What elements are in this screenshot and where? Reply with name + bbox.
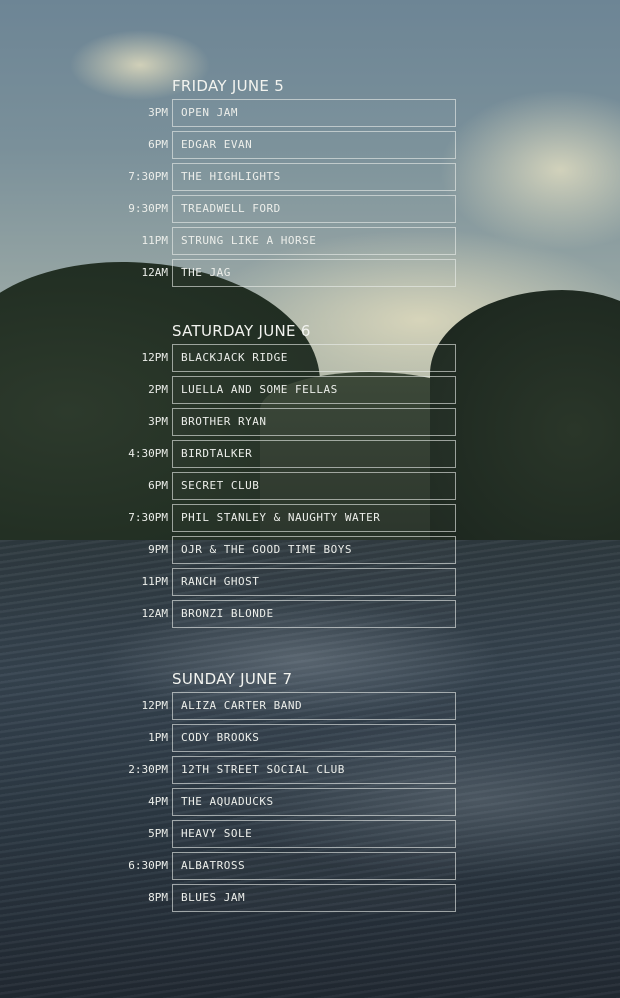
act-name: 12TH STREET SOCIAL CLUB xyxy=(181,763,345,776)
slot-time: 7:30PM xyxy=(128,511,168,524)
act-box[interactable]: PHIL STANLEY & NAUGHTY WATER xyxy=(172,504,456,532)
act-box[interactable]: HEAVY SOLE xyxy=(172,820,456,848)
slot-time: 9:30PM xyxy=(128,202,168,215)
act-box[interactable]: THE JAG xyxy=(172,259,456,287)
slot-time: 12PM xyxy=(141,699,169,712)
slot-time: 3PM xyxy=(148,106,168,119)
slot-time: 3PM xyxy=(148,415,168,428)
slot-time: 6PM xyxy=(148,138,168,151)
act-name: BLUES JAM xyxy=(181,891,246,904)
schedule-slot: 6PM SECRET CLUB xyxy=(0,472,620,500)
act-box[interactable]: LUELLA AND SOME FELLAS xyxy=(172,376,456,404)
act-box[interactable]: TREADWELL FORD xyxy=(172,195,456,223)
act-name: BRONZI BLONDE xyxy=(181,607,274,620)
act-box[interactable]: OPEN JAM xyxy=(172,99,456,127)
act-name: THE HIGHLIGHTS xyxy=(181,170,281,183)
act-name: OPEN JAM xyxy=(181,106,238,119)
act-box[interactable]: SECRET CLUB xyxy=(172,472,456,500)
act-name: CODY BROOKS xyxy=(181,731,260,744)
act-box[interactable]: RANCH GHOST xyxy=(172,568,456,596)
slot-time: 12AM xyxy=(141,607,169,620)
act-box[interactable]: OJR & THE GOOD TIME BOYS xyxy=(172,536,456,564)
act-name: BIRDTALKER xyxy=(181,447,253,460)
schedule-slot: 6:30PM ALBATROSS xyxy=(0,852,620,880)
slot-time: 7:30PM xyxy=(128,170,168,183)
slot-time: 12AM xyxy=(141,266,169,279)
slot-time: 12PM xyxy=(141,351,169,364)
schedule-slot: 4PM THE AQUADUCKS xyxy=(0,788,620,816)
act-name: OJR & THE GOOD TIME BOYS xyxy=(181,543,352,556)
schedule-slot: 7:30PM THE HIGHLIGHTS xyxy=(0,163,620,191)
act-name: BLACKJACK RIDGE xyxy=(181,351,288,364)
slot-time: 2:30PM xyxy=(128,763,168,776)
schedule-slot: 1PM CODY BROOKS xyxy=(0,724,620,752)
act-name: TREADWELL FORD xyxy=(181,202,281,215)
act-name: STRUNG LIKE A HORSE xyxy=(181,234,317,247)
schedule-slot: 2PM LUELLA AND SOME FELLAS xyxy=(0,376,620,404)
act-box[interactable]: THE AQUADUCKS xyxy=(172,788,456,816)
schedule-slot: 11PM RANCH GHOST xyxy=(0,568,620,596)
schedule-slot: 7:30PM PHIL STANLEY & NAUGHTY WATER xyxy=(0,504,620,532)
slot-time: 2PM xyxy=(148,383,168,396)
day-title: FRIDAY JUNE 5 xyxy=(172,77,285,95)
schedule-slot: 9:30PM TREADWELL FORD xyxy=(0,195,620,223)
act-name: RANCH GHOST xyxy=(181,575,260,588)
slot-time: 5PM xyxy=(148,827,168,840)
schedule-slot: 3PM OPEN JAM xyxy=(0,99,620,127)
day-title: SATURDAY JUNE 6 xyxy=(172,322,311,340)
act-name: ALIZA CARTER BAND xyxy=(181,699,303,712)
schedule-slot: 4:30PM BIRDTALKER xyxy=(0,440,620,468)
act-box[interactable]: BROTHER RYAN xyxy=(172,408,456,436)
schedule-slot: 5PM HEAVY SOLE xyxy=(0,820,620,848)
act-box[interactable]: ALBATROSS xyxy=(172,852,456,880)
act-name: LUELLA AND SOME FELLAS xyxy=(181,383,338,396)
slot-time: 8PM xyxy=(148,891,168,904)
day-title: SUNDAY JUNE 7 xyxy=(172,670,293,688)
schedule-slot: 12PM BLACKJACK RIDGE xyxy=(0,344,620,372)
act-name: THE JAG xyxy=(181,266,231,279)
schedule-slot: 8PM BLUES JAM xyxy=(0,884,620,912)
act-name: ALBATROSS xyxy=(181,859,246,872)
act-box[interactable]: CODY BROOKS xyxy=(172,724,456,752)
schedule-slot: 2:30PM 12TH STREET SOCIAL CLUB xyxy=(0,756,620,784)
slot-time: 11PM xyxy=(141,234,169,247)
slot-time: 6PM xyxy=(148,479,168,492)
schedule-slot: 11PM STRUNG LIKE A HORSE xyxy=(0,227,620,255)
slot-time: 11PM xyxy=(141,575,169,588)
act-box[interactable]: THE HIGHLIGHTS xyxy=(172,163,456,191)
act-name: THE AQUADUCKS xyxy=(181,795,274,808)
act-name: EDGAR EVAN xyxy=(181,138,253,151)
slot-time: 6:30PM xyxy=(128,859,168,872)
schedule-slot: 12AM THE JAG xyxy=(0,259,620,287)
act-name: SECRET CLUB xyxy=(181,479,260,492)
schedule-slot: 12PM ALIZA CARTER BAND xyxy=(0,692,620,720)
slot-time: 4:30PM xyxy=(128,447,168,460)
slot-time: 4PM xyxy=(148,795,168,808)
act-box[interactable]: EDGAR EVAN xyxy=(172,131,456,159)
schedule-slot: 9PM OJR & THE GOOD TIME BOYS xyxy=(0,536,620,564)
schedule-slot: 12AM BRONZI BLONDE xyxy=(0,600,620,628)
schedule-slot: 3PM BROTHER RYAN xyxy=(0,408,620,436)
act-name: PHIL STANLEY & NAUGHTY WATER xyxy=(181,511,381,524)
act-box[interactable]: STRUNG LIKE A HORSE xyxy=(172,227,456,255)
act-box[interactable]: ALIZA CARTER BAND xyxy=(172,692,456,720)
act-box[interactable]: 12TH STREET SOCIAL CLUB xyxy=(172,756,456,784)
act-name: BROTHER RYAN xyxy=(181,415,267,428)
act-box[interactable]: BRONZI BLONDE xyxy=(172,600,456,628)
schedule-slot: 6PM EDGAR EVAN xyxy=(0,131,620,159)
slot-time: 9PM xyxy=(148,543,168,556)
act-box[interactable]: BIRDTALKER xyxy=(172,440,456,468)
act-box[interactable]: BLUES JAM xyxy=(172,884,456,912)
slot-time: 1PM xyxy=(148,731,168,744)
act-name: HEAVY SOLE xyxy=(181,827,253,840)
act-box[interactable]: BLACKJACK RIDGE xyxy=(172,344,456,372)
